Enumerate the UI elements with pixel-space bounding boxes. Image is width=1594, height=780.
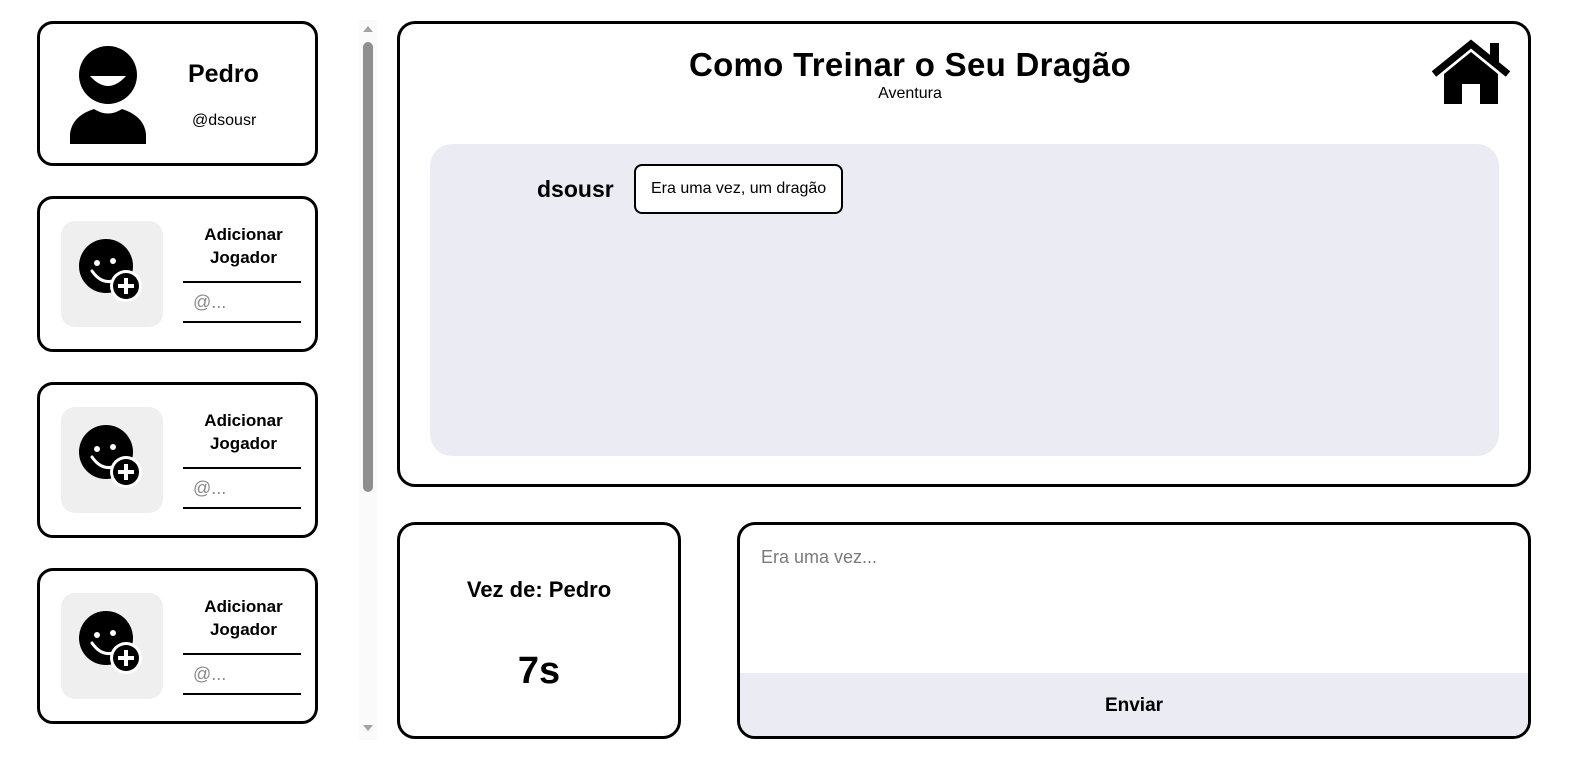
story-genre: Aventura bbox=[878, 85, 942, 102]
turn-timer: 7s bbox=[517, 650, 561, 692]
profile-card: Pedro @dsousr bbox=[37, 21, 318, 166]
compose-card: Enviar bbox=[737, 522, 1531, 739]
add-player-input-wrap bbox=[183, 281, 301, 323]
user-avatar-icon bbox=[70, 46, 146, 144]
scroll-thumb[interactable] bbox=[363, 42, 373, 492]
add-player-title: Adicionar Jogador bbox=[204, 225, 283, 267]
sidebar-scrollbar[interactable] bbox=[359, 20, 377, 740]
story-entries-area: dsousr Era uma vez, um dragão bbox=[430, 144, 1499, 456]
add-player-card: Adicionar Jogador bbox=[37, 196, 318, 352]
scroll-up-arrow-icon[interactable] bbox=[363, 26, 373, 32]
profile-name: Pedro bbox=[188, 60, 259, 88]
entry-text-bubble: Era uma vez, um dragão bbox=[634, 164, 844, 214]
send-button[interactable]: Enviar bbox=[740, 673, 1528, 736]
add-player-title: Adicionar Jogador bbox=[204, 411, 283, 453]
story-title: Como Treinar o Seu Dragão bbox=[688, 46, 1132, 83]
add-player-card: Adicionar Jogador bbox=[37, 382, 318, 538]
add-player-input-wrap bbox=[183, 653, 301, 695]
add-player-input[interactable] bbox=[183, 655, 301, 693]
profile-handle: @dsousr bbox=[192, 112, 257, 129]
home-button[interactable] bbox=[1430, 38, 1512, 106]
home-icon bbox=[1431, 39, 1511, 104]
entry-author: dsousr bbox=[537, 176, 614, 202]
add-user-icon-box[interactable] bbox=[61, 593, 163, 699]
add-user-icon-box[interactable] bbox=[61, 221, 163, 327]
add-user-icon bbox=[79, 425, 142, 488]
add-player-input[interactable] bbox=[183, 469, 301, 507]
add-player-input-wrap bbox=[183, 467, 301, 509]
story-entry: dsousr Era uma vez, um dragão bbox=[430, 164, 1499, 214]
players-sidebar: Pedro @dsousr Adicionar Jogador @... Adi… bbox=[0, 0, 360, 780]
add-user-icon-box[interactable] bbox=[61, 407, 163, 513]
add-user-icon bbox=[79, 239, 142, 302]
story-panel: Como Treinar o Seu Dragão Aventura dsous… bbox=[397, 21, 1531, 487]
turn-label: Vez de: Pedro bbox=[466, 577, 612, 602]
scroll-down-arrow-icon[interactable] bbox=[363, 725, 373, 731]
app-root: Pedro @dsousr Adicionar Jogador @... Adi… bbox=[0, 0, 1594, 780]
story-text-input[interactable] bbox=[740, 525, 1528, 673]
add-player-input[interactable] bbox=[183, 283, 301, 321]
turn-card: Vez de: Pedro 7s bbox=[397, 522, 681, 739]
add-player-title: Adicionar Jogador bbox=[204, 597, 283, 639]
add-player-card: Adicionar Jogador bbox=[37, 568, 318, 724]
add-user-icon bbox=[79, 611, 142, 674]
